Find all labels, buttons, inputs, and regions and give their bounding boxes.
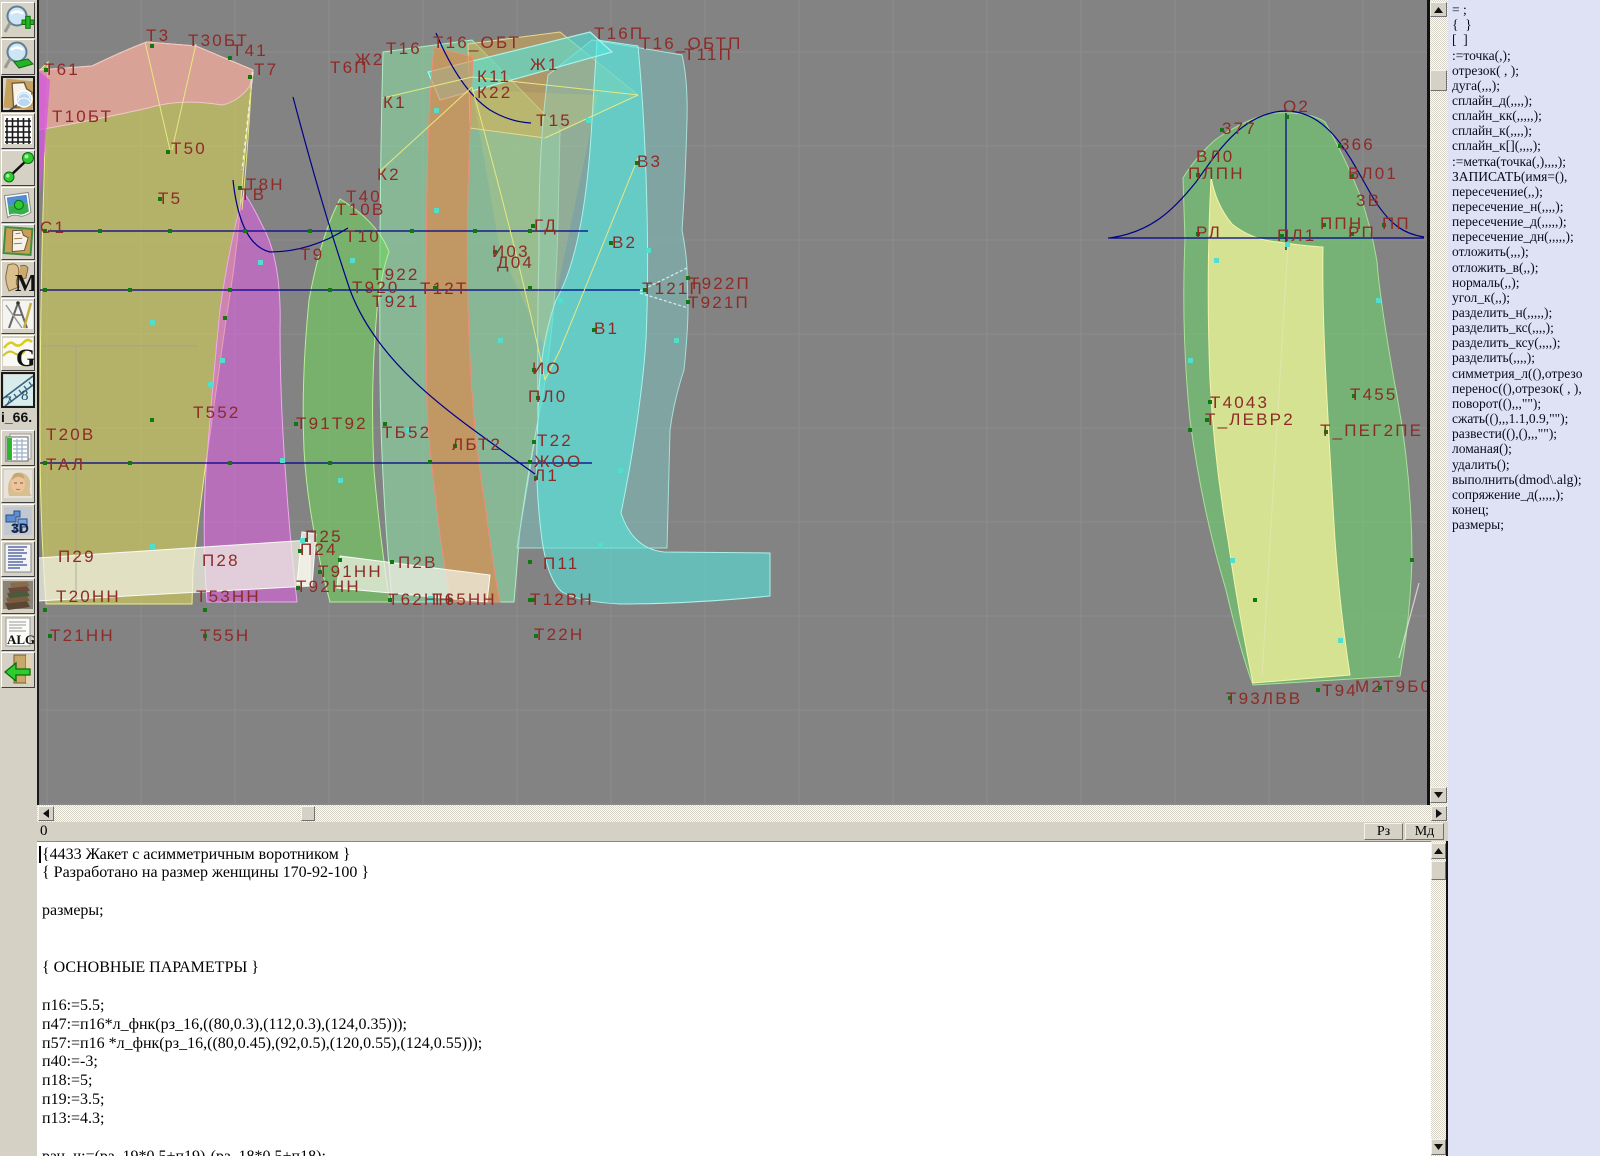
svg-text:Ж1: Ж1: [530, 55, 560, 74]
svg-text:Т_ПЕГ2ПЕ: Т_ПЕГ2ПЕ: [1320, 421, 1423, 440]
svg-text:ALG: ALG: [7, 632, 34, 647]
svg-text:Т10В: Т10В: [336, 200, 385, 219]
svg-text:Т10: Т10: [345, 227, 381, 246]
svg-text:Т22Н: Т22Н: [534, 625, 584, 644]
svg-text:П28: П28: [202, 551, 240, 570]
svg-text:РП: РП: [1348, 223, 1376, 242]
svg-text:Т92НН: Т92НН: [296, 577, 361, 596]
svg-text:К22: К22: [477, 83, 512, 102]
svg-text:Т16: Т16: [386, 39, 422, 58]
svg-text:Т921П: Т921П: [688, 293, 750, 312]
svg-text:ИО: ИО: [532, 359, 562, 378]
svg-text:П24: П24: [300, 540, 338, 559]
svg-text:Т93ЛВВ: Т93ЛВВ: [1226, 689, 1302, 708]
svg-text:ТВ: ТВ: [240, 185, 266, 204]
svg-text:Т15: Т15: [536, 111, 572, 130]
svg-text:ПЛ1: ПЛ1: [1277, 226, 1316, 245]
svg-text:П29: П29: [58, 547, 96, 566]
svg-text:Т6П: Т6П: [330, 58, 369, 77]
svg-text:Т455: Т455: [1350, 385, 1398, 404]
svg-text:Т5: Т5: [158, 189, 182, 208]
svg-text:В2: В2: [612, 233, 637, 252]
svg-text:8: 8: [21, 388, 29, 404]
svg-text:Т16П: Т16П: [594, 24, 644, 43]
svg-text:M: M: [15, 271, 34, 295]
svg-text:Т20НН: Т20НН: [56, 587, 121, 606]
svg-text:Т10БТ: Т10БТ: [52, 107, 113, 126]
svg-text:В1: В1: [594, 319, 619, 338]
svg-text:7: 7: [5, 393, 12, 407]
svg-text:В3: В3: [637, 152, 662, 171]
svg-text:Т7: Т7: [254, 60, 278, 79]
svg-text:3В: 3В: [1356, 191, 1381, 210]
svg-text:Т21НН: Т21НН: [50, 626, 115, 645]
svg-text:Т11П: Т11П: [684, 45, 733, 64]
svg-text:ТБ52: ТБ52: [382, 423, 431, 442]
svg-text:Т53НН: Т53НН: [196, 587, 261, 606]
svg-text:Л1: Л1: [534, 466, 559, 485]
svg-text:К1: К1: [383, 93, 407, 112]
svg-text:Т_ЛЕВР2: Т_ЛЕВР2: [1205, 410, 1295, 429]
svg-text:Т20В: Т20В: [46, 425, 95, 444]
svg-text:ТАЛ: ТАЛ: [46, 455, 85, 474]
svg-text:ВЛ01: ВЛ01: [1348, 164, 1398, 183]
svg-text:Т921: Т921: [372, 292, 420, 311]
svg-text:Т61: Т61: [44, 60, 80, 79]
svg-text:Т41: Т41: [232, 41, 268, 60]
svg-text:ПЛПН: ПЛПН: [1188, 164, 1245, 183]
svg-text:Т22: Т22: [537, 431, 573, 450]
svg-text:Т55Н: Т55Н: [200, 626, 250, 645]
svg-text:Т12ВН: Т12ВН: [530, 590, 594, 609]
svg-text:Т16_ОБТ: Т16_ОБТ: [433, 33, 521, 52]
svg-text:G: G: [16, 345, 34, 369]
svg-text:Д04: Д04: [497, 253, 534, 272]
svg-text:Т3: Т3: [146, 26, 170, 45]
svg-text:П11: П11: [543, 554, 579, 573]
svg-text:С1: С1: [40, 218, 66, 237]
svg-text:РЛ: РЛ: [1196, 223, 1222, 242]
svg-text:Т552: Т552: [193, 403, 241, 422]
svg-text:П2В: П2В: [398, 553, 438, 572]
svg-text:Т65НН: Т65НН: [432, 590, 497, 609]
svg-text:377: 377: [1222, 119, 1257, 138]
svg-text:3D: 3D: [11, 520, 29, 536]
svg-text:Т12Т: Т12Т: [420, 279, 468, 298]
svg-text:ПП: ПП: [1382, 214, 1411, 233]
svg-text:Т922П: Т922П: [689, 274, 751, 293]
svg-text:Т94: Т94: [1322, 681, 1358, 700]
svg-text:М2Т9Б0: М2Т9Б0: [1355, 677, 1427, 696]
svg-text:ЛБТ2: ЛБТ2: [452, 435, 502, 454]
svg-text:366: 366: [1340, 135, 1375, 154]
svg-text:К2: К2: [377, 165, 401, 184]
svg-text:ГД: ГД: [534, 216, 558, 235]
svg-text:О2: О2: [1283, 97, 1310, 116]
svg-text:Т91Т92: Т91Т92: [296, 414, 368, 433]
svg-text:Т9: Т9: [300, 245, 324, 264]
svg-text:ПЛ0: ПЛ0: [528, 387, 567, 406]
svg-text:Т50: Т50: [171, 139, 207, 158]
